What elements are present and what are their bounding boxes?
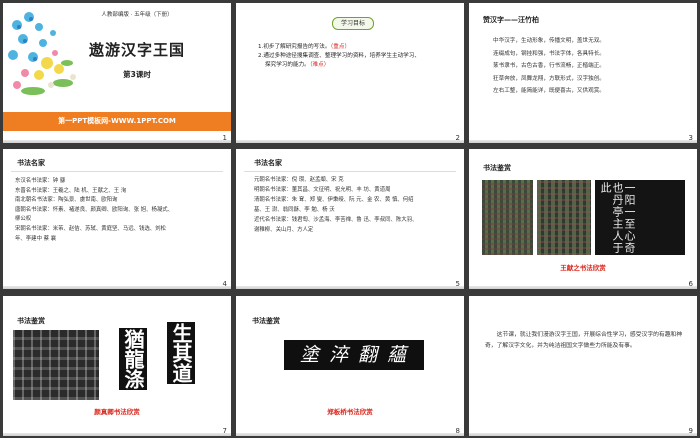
list-line: 柳公权 [15,216,32,223]
slide-number: 3 [688,134,693,142]
slide-subtitle: 第3课时 [123,70,151,79]
slide-number: 5 [455,280,460,288]
poem-line: 左右工整，能简能详，既便喜古，又供观赏。 [493,88,605,94]
cursive-script: 塗 淬 翻 蘊 [299,344,409,366]
slide-4[interactable]: 书法名家 东汉名书法家：钟 繇 东晋名书法家：王羲之、陆 机、王献之、王 洵 南… [3,149,231,289]
slide-number: 8 [455,427,460,435]
slide-7[interactable]: 书法鉴赏 生其道 猶龍涤 颜真卿书法欣赏 7 [3,296,231,436]
slide-3[interactable]: 赞汉字——汪竹柏 中华汉字，生动形象，传播文明，盖世无双。 连缀成句，钢挂和强，… [469,3,697,143]
image-texture [537,180,591,255]
poem-line: 篆书隶书，古色古香，行书流畅，正楷端正。 [493,63,605,69]
slide-1[interactable]: 人教部编版 · 五年级（下册） 遨游汉字王国 第3课时 第一PPT模板网-WWW… [3,3,231,143]
list-line: 明朝名书法家：董其昌、文征明、祝允明、丰 坊、黄道周 [254,187,391,193]
calligraphy-image: 塗 淬 翻 蘊 [284,340,424,370]
list-line: 基、王 澍、翁同龢、李 勉、杨 沃 [254,207,335,213]
poem-line: 中华汉字，生动形象，传播文明，盖世无双。 [493,38,605,44]
title-divider [244,171,456,172]
slide-number: 6 [688,280,693,288]
banner: 第一PPT模板网-WWW.1PPT.COM [3,112,231,131]
list-line: 东汉名书法家：钟 繇 [15,178,66,184]
slide-footer [469,433,697,436]
list-line: 东晋名书法家：王羲之、陆 机、王献之、王 洵 [15,187,127,194]
slide-5[interactable]: 书法名家 元朝名书法家：倪 瓒、赵孟頫、宋 克 明朝名书法家：董其昌、文征明、祝… [236,149,464,289]
slide-footer [3,433,231,436]
calligrapher-list: 元朝名书法家：倪 瓒、赵孟頫、宋 克 明朝名书法家：董其昌、文征明、祝允明、丰 … [254,175,458,235]
slide-number: 9 [688,427,693,435]
learning-goal-label: 学习目标 [332,17,374,30]
goal-item-2-cont: 探究学习的能力。（难点） [265,62,330,68]
slide-footer [3,286,231,289]
cursive-script: 一阳一至心奇也丹亭主人于此 [599,182,636,254]
slide-6[interactable]: 书法鉴赏 一阳一至心奇也丹亭主人于此 王献之书法欣赏 6 [469,149,697,289]
slide-title: 书法鉴赏 [17,317,45,325]
goal-item-2: 2.通过多种途径搜集调查、整理学习的资料，培养学生主动学习、 [258,53,420,59]
slide-number: 4 [222,280,227,288]
slide-9[interactable]: 这节课，就让我们漫游汉字王国，开展综合性学习，感受汉字的有趣和神奇，了解汉字文化… [469,296,697,436]
slide-footer [236,140,464,143]
image-caption: 郑板桥书法欣赏 [327,408,373,416]
image-texture [482,180,533,255]
list-line: 宋朝名书法家：米芾、赵佶、苏轼、黄庭坚、马远、钱选、刘松 [15,225,166,232]
slide-title: 书法名家 [17,159,45,167]
big-chars-col-1: 猶龍涤 [119,328,147,390]
list-line: 唐朝名书法家：怀素、褚遂良、颜真卿、欧阳询、张 旭、杨凝式、 [15,206,174,213]
calligraphy-image-2 [537,180,591,255]
poem-text: 中华汉字，生动形象，传播文明，盖世无双。 连缀成句，钢挂和强，书法字体，各具特长… [493,35,691,98]
calligrapher-list: 东汉名书法家：钟 繇 东晋名书法家：王羲之、陆 机、王献之、王 洵 南北朝名书法… [15,177,225,244]
calligraphy-image-3: 一阳一至心奇也丹亭主人于此 [595,180,685,255]
slide-footer [3,140,231,143]
slide-number: 7 [222,427,227,435]
slide-number: 1 [222,134,227,142]
big-chars-col-2: 生其道 [167,322,195,384]
slide-footer [236,433,464,436]
list-line: 年、李建中 蔡 襄 [15,235,57,242]
closing-paragraph: 这节课，就让我们漫游汉字王国，开展综合性学习，感受汉字的有趣和神奇，了解汉字文化… [485,332,683,349]
image-caption: 王献之书法欣赏 [560,264,606,272]
banner-text: 第一PPT模板网-WWW.1PPT.COM [58,117,176,125]
list-line: 元朝名书法家：倪 瓒、赵孟頫、宋 克 [254,177,344,183]
goal-list: 1.初步了解研究报告的写法。（重点） 2.通过多种途径搜集调查、整理学习的资料，… [258,43,454,70]
slide-footer [469,286,697,289]
list-line: 近代名书法家：钱君匋、沙孟海、李苦禅、鲁 迅、李叔同、陈大羽、 [254,217,418,223]
slide-footer [469,140,697,143]
title-divider [11,171,223,172]
list-line: 清朝名书法家：朱 耷、郑 燮、伊秉绶、阮 元、金 农、黄 慎、何绍 [254,197,414,203]
calligraphy-image-1 [482,180,533,255]
slide-title: 赞汉字——汪竹柏 [483,16,539,24]
slide-title: 书法鉴赏 [483,164,511,172]
image-caption: 颜真卿书法欣赏 [94,408,140,416]
list-line: 南北朝名书法家：陶弘景、虞世南、欧阳询 [15,197,118,204]
slide-title: 书法名家 [254,159,282,167]
slide-title: 书法鉴赏 [252,317,280,325]
slide-title: 遨游汉字王国 [88,41,185,59]
list-line: 谢稚柳、关山月、方人定 [254,227,314,233]
poem-line: 狂草奔放，凤舞龙翔，方联形式，汉字独创。 [493,75,605,82]
slide-2[interactable]: 学习目标 1.初步了解研究报告的写法。（重点） 2.通过多种途径搜集调查、整理学… [236,3,464,143]
calligraphy-image-left [13,330,99,400]
calligraphy-image-right: 生其道 猶龍涤 [119,322,195,400]
slide-number: 2 [455,134,460,142]
rubbing-texture [13,330,99,400]
slide-8[interactable]: 书法鉴赏 塗 淬 翻 蘊 郑板桥书法欣赏 8 [236,296,464,436]
slide-header-text: 人教部编版 · 五年级（下册） [101,12,173,18]
goal-item-1: 1.初步了解研究报告的写法。（重点） [258,44,351,50]
poem-line: 连缀成句，钢挂和强，书法字体，各具特长。 [493,50,605,57]
slide-footer [236,286,464,289]
